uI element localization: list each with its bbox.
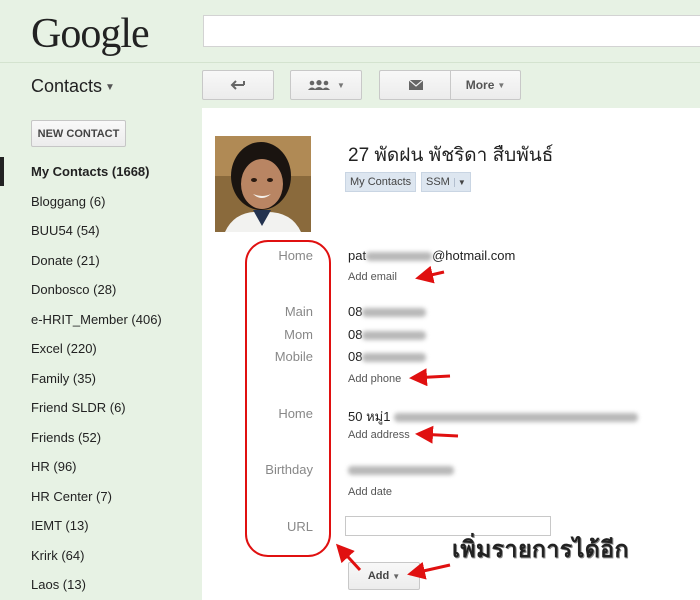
sidebar-item[interactable]: BUU54 (54) <box>0 216 202 246</box>
annotation-text: เพิ่มรายการได้อีก <box>452 536 629 562</box>
back-arrow-icon <box>230 80 245 90</box>
sidebar-item[interactable]: Friend SLDR (6) <box>0 393 202 423</box>
sidebar-item[interactable]: Excel (220) <box>0 334 202 364</box>
redacted-text <box>362 353 427 363</box>
redacted-text <box>362 331 427 341</box>
redacted-text <box>362 308 427 318</box>
email-value[interactable]: pat @hotmail.com <box>348 248 515 263</box>
search-input[interactable] <box>203 15 700 47</box>
url-label: URL <box>286 519 313 534</box>
sidebar-item[interactable]: Donate (21) <box>0 246 202 276</box>
chevron-down-icon: ▼ <box>497 80 506 90</box>
google-logo[interactable]: Google <box>31 10 150 58</box>
sidebar-item[interactable]: e-HRIT_Member (406) <box>0 305 202 335</box>
address-type-label: Home <box>278 406 313 421</box>
phone-type-label: Mom <box>284 327 313 342</box>
chevron-down-icon: ▼ <box>337 80 345 90</box>
add-label: Add <box>367 570 390 582</box>
back-button[interactable] <box>202 70 274 100</box>
sidebar: NEW CONTACT My Contacts (1668) Bloggang … <box>0 108 202 600</box>
sidebar-item[interactable]: Laos (13) <box>0 570 202 600</box>
redacted-text <box>366 252 433 262</box>
address-value[interactable]: 50 หมู่1 <box>348 406 639 427</box>
group-chip-ssm[interactable]: SSM ▼ <box>421 172 471 192</box>
sidebar-item[interactable]: Friends (52) <box>0 423 202 453</box>
groups-button[interactable]: ▼ <box>290 70 362 100</box>
add-field-button[interactable]: Add ▼ <box>348 562 420 590</box>
sidebar-item[interactable]: HR (96) <box>0 452 202 482</box>
chevron-down-icon[interactable]: ▼ <box>453 177 466 187</box>
sidebar-item[interactable]: Bloggang (6) <box>0 187 202 217</box>
toolbar: Contacts ▼ ▼ More ▼ <box>0 62 700 108</box>
redacted-text <box>394 413 639 423</box>
top-bar: Google <box>0 0 700 62</box>
contact-detail: 27 พัดฝน พัชริดา สืบพันธ์ My Contacts SS… <box>202 108 700 600</box>
contact-photo[interactable] <box>215 136 311 232</box>
sidebar-item[interactable]: HR Center (7) <box>0 482 202 512</box>
envelope-icon <box>408 80 423 90</box>
group-chip-my-contacts[interactable]: My Contacts <box>345 172 417 192</box>
email-button[interactable] <box>379 70 451 100</box>
redacted-text <box>348 466 454 476</box>
chevron-down-icon: ▼ <box>392 571 401 581</box>
new-contact-button[interactable]: NEW CONTACT <box>31 120 126 147</box>
more-button[interactable]: More ▼ <box>450 70 521 100</box>
add-phone-link[interactable]: Add phone <box>348 373 401 385</box>
phone-type-label: Mobile <box>274 349 313 364</box>
app-switcher[interactable]: Contacts ▼ <box>31 76 115 97</box>
add-address-link[interactable]: Add address <box>348 429 410 441</box>
groups-icon <box>308 80 331 90</box>
phone-type-label: Main <box>284 304 313 319</box>
add-email-link[interactable]: Add email <box>348 271 397 283</box>
birthday-label: Birthday <box>265 462 313 477</box>
sidebar-item[interactable]: My Contacts (1668) <box>0 157 202 187</box>
birthday-value[interactable] <box>348 462 454 477</box>
sidebar-item[interactable]: Donbosco (28) <box>0 275 202 305</box>
sidebar-item[interactable]: Krirk (64) <box>0 541 202 571</box>
add-date-link[interactable]: Add date <box>348 486 392 498</box>
chevron-down-icon: ▼ <box>105 81 115 93</box>
more-label: More <box>465 78 495 92</box>
sidebar-item[interactable]: IEMT (13) <box>0 511 202 541</box>
app-title: Contacts <box>31 76 103 96</box>
phone-value[interactable]: 08 <box>348 349 427 364</box>
phone-value[interactable]: 08 <box>348 304 427 319</box>
email-type-label: Home <box>278 248 313 263</box>
sidebar-item[interactable]: Family (35) <box>0 364 202 394</box>
contact-name: 27 พัดฝน พัชริดา สืบพันธ์ <box>348 145 554 166</box>
contact-groups-list: My Contacts (1668) Bloggang (6) BUU54 (5… <box>0 157 202 600</box>
phone-value[interactable]: 08 <box>348 327 427 342</box>
